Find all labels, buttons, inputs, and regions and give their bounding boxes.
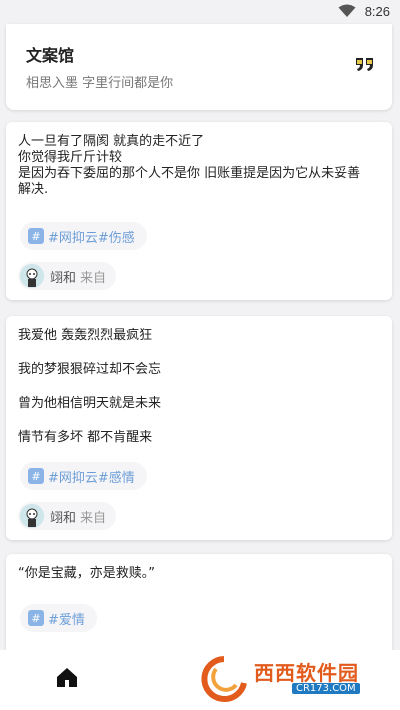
status-time: 8:26 xyxy=(364,4,390,19)
post-line: 你觉得我斤斤计较 xyxy=(18,150,123,165)
post-line: 我爱他 轰轰烈烈最疯狂 xyxy=(18,328,153,343)
author-chip[interactable]: 翊和 来自 xyxy=(18,502,117,530)
hashtag-icon: # xyxy=(28,228,44,244)
quote-icon[interactable] xyxy=(354,54,376,74)
author-from: 来自 xyxy=(80,510,107,526)
avatar-icon xyxy=(20,264,44,288)
post-content: 我爱他 轰轰烈烈最疯狂 我的梦狠狠碎过却不会忘 曾为他相信明天就是未来 情节有多… xyxy=(6,316,392,446)
watermark-logo: 西西软件园 CR173.COM xyxy=(196,655,386,705)
tag-label: #网抑云#感情 xyxy=(48,470,135,486)
post-line: 曾为他相信明天就是未来 xyxy=(18,396,162,411)
post-line: 我的梦狠狠碎过却不会忘 xyxy=(18,362,162,377)
tag-chip[interactable]: # #网抑云#伤感 xyxy=(20,222,147,250)
author-name: 翊和 xyxy=(50,510,77,526)
home-icon[interactable] xyxy=(56,666,78,688)
post-line: 是因为吞下委屈的那个人不是你 旧账重提是因为它从未妥善 xyxy=(18,166,361,181)
tag-label: #爱情 xyxy=(48,612,85,628)
post-line: 解决. xyxy=(18,182,49,197)
tag-label: #网抑云#伤感 xyxy=(48,230,135,246)
status-bar: 8:26 xyxy=(0,0,400,24)
post-content: “你是宝藏，亦是救赎。” xyxy=(6,554,392,582)
avatar xyxy=(20,264,44,288)
watermark-text: 西西软件园 xyxy=(254,663,359,685)
avatar-icon xyxy=(20,504,44,528)
author-name: 翊和 xyxy=(50,270,77,286)
post-line: 情节有多坏 都不肯醒来 xyxy=(18,430,153,445)
header-card: 文案馆 相思入墨 字里行间都是你 xyxy=(6,24,392,110)
hashtag-icon: # xyxy=(28,468,44,484)
watermark-url: CR173.COM xyxy=(292,683,360,694)
page-subtitle: 相思入墨 字里行间都是你 xyxy=(26,76,174,91)
tag-chip[interactable]: # #爱情 xyxy=(20,604,97,632)
post-card[interactable]: 我爱他 轰轰烈烈最疯狂 我的梦狠狠碎过却不会忘 曾为他相信明天就是未来 情节有多… xyxy=(6,316,392,540)
post-line: 人一旦有了隔阂 就真的走不近了 xyxy=(18,134,205,149)
tag-chip[interactable]: # #网抑云#感情 xyxy=(20,462,147,490)
post-content: 人一旦有了隔阂 就真的走不近了 你觉得我斤斤计较 是因为吞下委屈的那个人不是你 … xyxy=(6,122,392,198)
watermark-swirl-icon xyxy=(201,656,247,702)
author-from: 来自 xyxy=(80,270,107,286)
post-line: “你是宝藏，亦是救赎。” xyxy=(18,566,155,581)
avatar xyxy=(20,504,44,528)
hashtag-icon: # xyxy=(28,610,44,626)
post-card[interactable]: “你是宝藏，亦是救赎。” # #爱情 xyxy=(6,554,392,664)
author-chip[interactable]: 翊和 来自 xyxy=(18,262,117,290)
wifi-icon xyxy=(338,4,356,17)
page-title: 文案馆 xyxy=(26,46,75,65)
post-card[interactable]: 人一旦有了隔阂 就真的走不近了 你觉得我斤斤计较 是因为吞下委屈的那个人不是你 … xyxy=(6,122,392,300)
